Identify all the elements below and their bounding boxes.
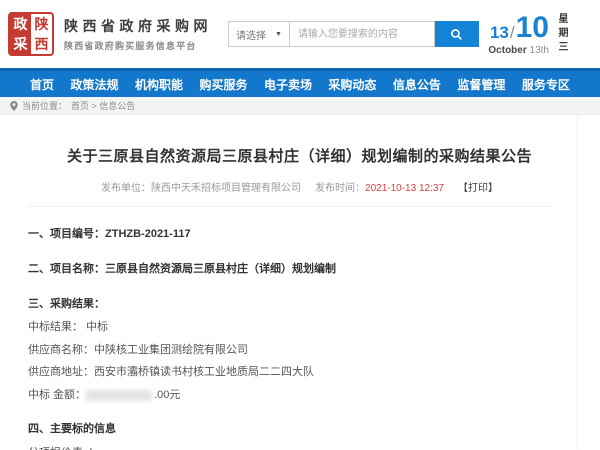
publisher-label: 发布单位： — [101, 183, 151, 194]
date-month-number: 10 — [516, 13, 549, 43]
article-meta: 发布单位：陕西中天禾招标项目管理有限公司 发布时间：2021-10-13 12:3… — [28, 179, 571, 194]
chevron-down-icon: ▼ — [275, 31, 282, 38]
nav-item-service-zone[interactable]: 服务专区 — [522, 76, 570, 93]
breadcrumb-path[interactable]: 首页 > 信息公告 — [71, 99, 135, 112]
nav-item-policies[interactable]: 政策法规 — [70, 76, 118, 93]
subject-file-link[interactable]: 分项报价表.docx — [28, 442, 571, 450]
search-input[interactable] — [289, 21, 435, 47]
article-sections: 一、项目编号：ZTHZB-2021-117 二、项目名称：三原县自然资源局三原县… — [28, 223, 571, 450]
publisher-value: 陕西中天禾招标项目管理有限公司 — [151, 183, 301, 194]
search-button[interactable] — [435, 21, 479, 47]
article-title: 关于三原县自然资源局三原县村庄（详细）规划编制的采购结果公告 — [28, 115, 571, 166]
site-logo: 政 陕 采 西 — [8, 12, 54, 56]
section-subject-heading: 四、主要标的信息 — [28, 418, 571, 441]
search-category-select[interactable]: 请选择 ▼ — [228, 21, 289, 47]
nav-item-purchase-services[interactable]: 购买服务 — [199, 76, 247, 93]
main-nav: 首页 政策法规 机构职能 购买服务 电子卖场 采购动态 信息公告 监督管理 服务… — [0, 68, 600, 97]
search-select-value: 请选择 — [236, 27, 266, 42]
date-slash: / — [509, 24, 516, 43]
supplier-address: 供应商地址：西安市灞桥镇读书村核工业地质局二二四大队 — [28, 361, 571, 384]
site-header: 政 陕 采 西 陕西省政府采购网 陕西省政府购买服务信息平台 请选择 ▼ 13 … — [0, 0, 600, 68]
nav-item-functions[interactable]: 机构职能 — [135, 76, 183, 93]
section-project-number: 一、项目编号：ZTHZB-2021-117 — [28, 223, 571, 246]
redacted-amount — [86, 390, 152, 401]
date-ordinal: 13th — [530, 45, 549, 56]
publish-time-value: 2021-10-13 12:37 — [365, 183, 444, 194]
supplier-name: 供应商名称：中陕核工业集团测绘院有限公司 — [28, 339, 571, 362]
bid-amount-line: 中标 金额： .00元 — [28, 384, 571, 407]
breadcrumb-label: 当前位置： — [22, 99, 67, 112]
search-bar: 请选择 ▼ — [228, 21, 479, 47]
date-weekday: 星期三 — [556, 13, 566, 55]
date-month-name: October — [488, 45, 526, 56]
date-day: 13 — [490, 24, 509, 43]
site-title: 陕西省政府采购网 — [64, 16, 212, 36]
logo-char: 政 — [10, 14, 31, 34]
site-ident: 陕西省政府采购网 陕西省政府购买服务信息平台 — [64, 16, 212, 52]
bid-amount-label: 中标 金额： — [28, 389, 86, 401]
nav-item-announcements[interactable]: 信息公告 — [393, 76, 441, 93]
logo-char: 陕 — [31, 14, 52, 34]
logo-char: 西 — [31, 34, 52, 54]
nav-item-home[interactable]: 首页 — [30, 76, 54, 93]
date-display: 13 / 10 October 13th 星期三 — [488, 13, 586, 56]
bid-result: 中标结果： 中标 — [28, 316, 571, 339]
section-project-name: 二、项目名称：三原县自然资源局三原县村庄（详细）规划编制 — [28, 258, 571, 281]
print-button[interactable]: 【打印】 — [458, 183, 498, 194]
nav-item-e-marketplace[interactable]: 电子卖场 — [264, 76, 312, 93]
nav-item-procurement-news[interactable]: 采购动态 — [328, 76, 376, 93]
publish-time-label: 发布时间： — [315, 183, 365, 194]
nav-item-supervision[interactable]: 监督管理 — [457, 76, 505, 93]
search-icon — [450, 28, 463, 41]
breadcrumb: 当前位置： 首页 > 信息公告 — [0, 97, 600, 115]
location-pin-icon — [10, 101, 18, 111]
section-result-heading: 三、采购结果： — [28, 293, 571, 316]
article-content: 关于三原县自然资源局三原县村庄（详细）规划编制的采购结果公告 发布单位：陕西中天… — [0, 115, 578, 449]
bid-amount-suffix: .00元 — [154, 389, 180, 401]
site-subtitle: 陕西省政府购买服务信息平台 — [64, 39, 212, 52]
divider — [28, 206, 553, 207]
logo-char: 采 — [10, 34, 31, 54]
